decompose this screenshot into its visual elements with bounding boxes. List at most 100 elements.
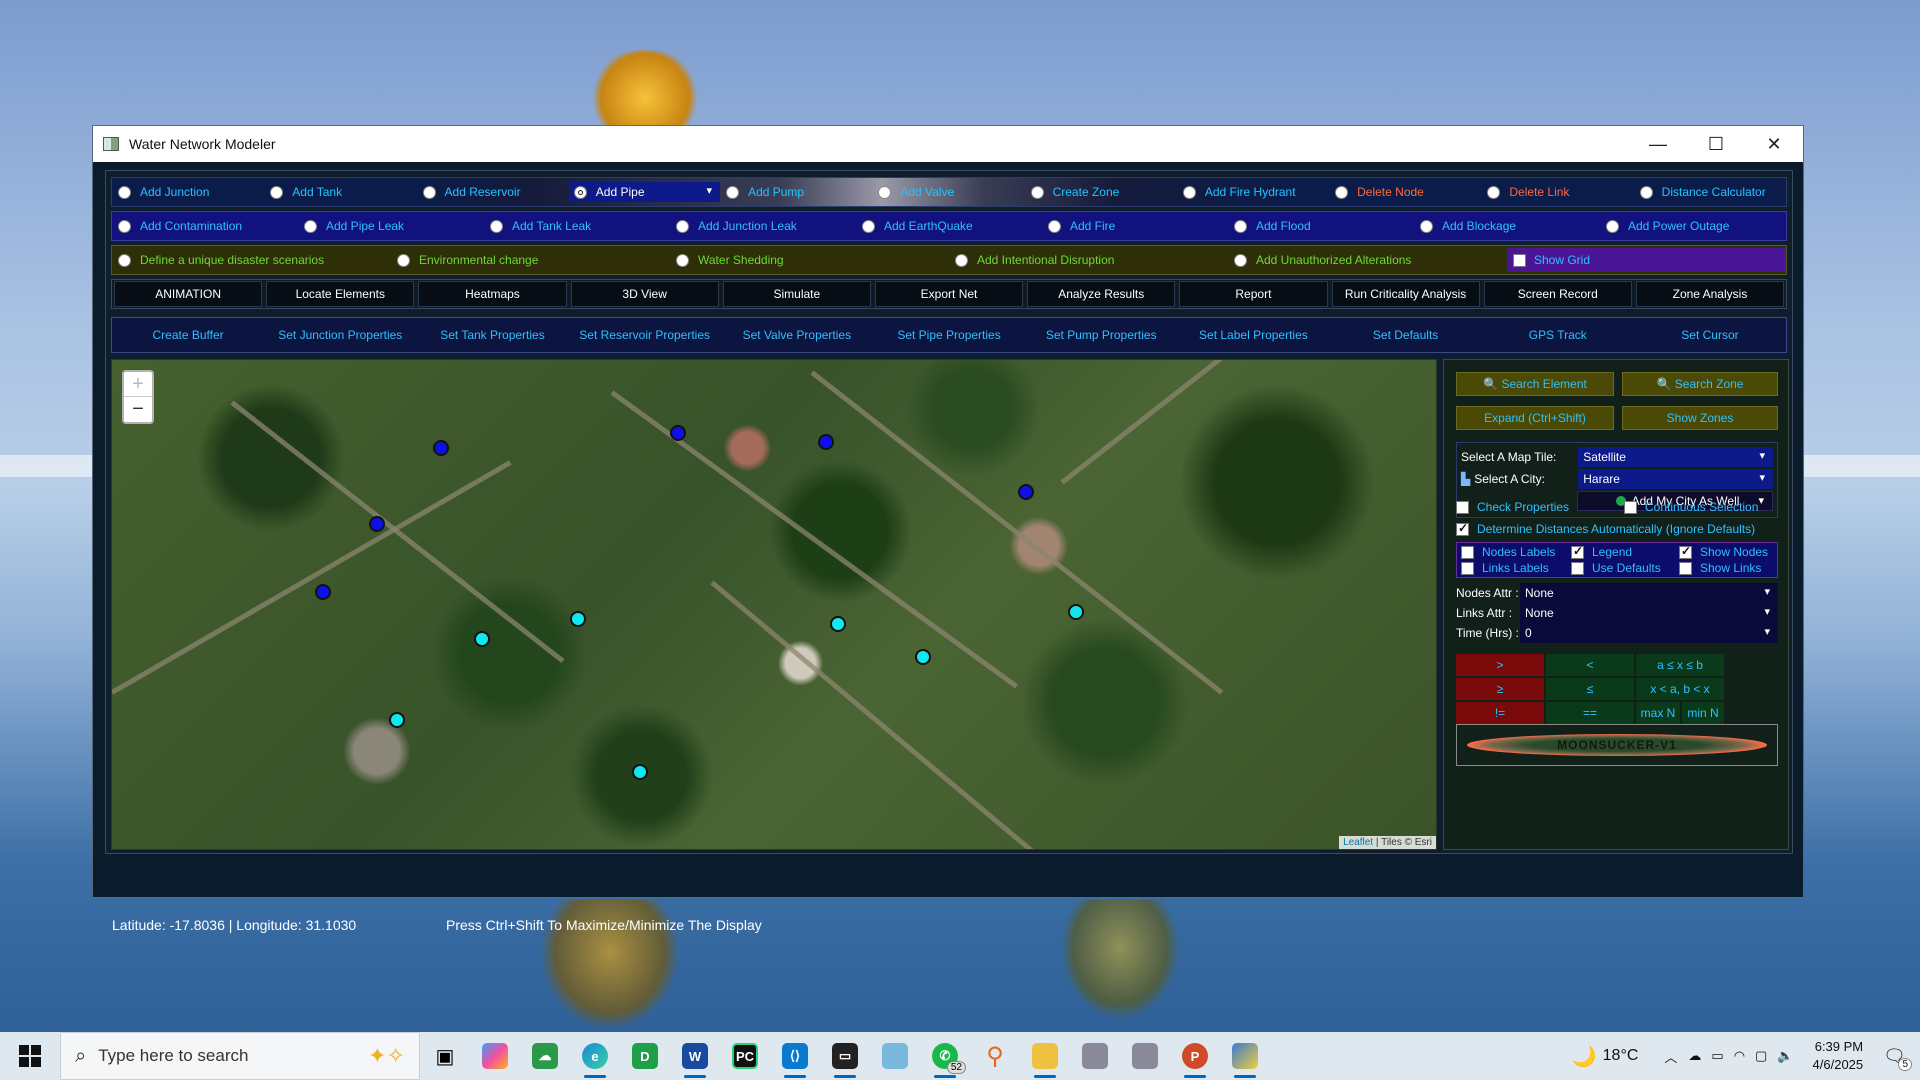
- junction-node[interactable]: [389, 712, 405, 728]
- show-zones-button[interactable]: Show Zones: [1622, 406, 1778, 430]
- tank-node[interactable]: [433, 440, 449, 456]
- map-tile-select[interactable]: Satellite: [1578, 447, 1773, 467]
- op-equal-button[interactable]: ==: [1546, 702, 1634, 724]
- python-app-button[interactable]: [1220, 1032, 1270, 1080]
- radio-add-pipe[interactable]: Add Pipe: [568, 182, 721, 202]
- gps-track-button[interactable]: GPS Track: [1482, 320, 1634, 350]
- junction-node[interactable]: [632, 764, 648, 780]
- set-cursor-button[interactable]: Set Cursor: [1634, 320, 1786, 350]
- clock[interactable]: 6:39 PM 4/6/2025: [1813, 1038, 1864, 1074]
- radio-environmental-change[interactable]: Environmental change: [391, 253, 670, 267]
- radio-add-valve[interactable]: Add Valve: [872, 185, 1024, 199]
- display-icon[interactable]: ▢: [1755, 1048, 1767, 1064]
- op-greater-equal-button[interactable]: ≥: [1456, 678, 1544, 700]
- file-explorer-button[interactable]: [1020, 1032, 1070, 1080]
- op-less-button[interactable]: <: [1546, 654, 1634, 676]
- show-links-checkbox[interactable]: Show Links: [1679, 561, 1761, 575]
- legend-checkbox[interactable]: Legend: [1571, 544, 1632, 559]
- max-n-button[interactable]: max N: [1636, 702, 1680, 724]
- radio-add-fire-hydrant[interactable]: Add Fire Hydrant: [1177, 185, 1329, 199]
- volume-icon[interactable]: 🔈: [1777, 1048, 1793, 1064]
- radio-add-pump[interactable]: Add Pump: [720, 185, 872, 199]
- continuous-selection-checkbox[interactable]: Continuous Selection: [1624, 500, 1758, 514]
- junction-node[interactable]: [915, 649, 931, 665]
- leaflet-link[interactable]: Leaflet: [1343, 837, 1373, 848]
- use-defaults-checkbox[interactable]: Use Defaults: [1571, 561, 1661, 575]
- temperature[interactable]: 18°C: [1603, 1047, 1639, 1065]
- radio-add-tank-leak[interactable]: Add Tank Leak: [484, 219, 670, 233]
- junction-node[interactable]: [1068, 604, 1084, 620]
- time-select[interactable]: 0: [1520, 623, 1778, 643]
- determine-distances-checkbox[interactable]: Determine Distances Automatically (Ignor…: [1456, 521, 1755, 536]
- tank-node[interactable]: [369, 516, 385, 532]
- tank-node[interactable]: [315, 584, 331, 600]
- app-tool2-button[interactable]: [1120, 1032, 1170, 1080]
- op-not-equal-button[interactable]: !=: [1456, 702, 1544, 724]
- op-less-equal-button[interactable]: ≤: [1546, 678, 1634, 700]
- op-greater-button[interactable]: >: [1456, 654, 1544, 676]
- radio-delete-link[interactable]: Delete Link: [1481, 185, 1633, 199]
- search-zone-button[interactable]: 🔍 Search Zone: [1622, 372, 1778, 396]
- 3d-view-button[interactable]: 3D View: [570, 281, 719, 307]
- app-tool-button[interactable]: [1070, 1032, 1120, 1080]
- powerpoint-button[interactable]: P: [1170, 1032, 1220, 1080]
- notifications-button[interactable]: 🗨 5: [1883, 1046, 1912, 1071]
- set-reservoir-properties-button[interactable]: Set Reservoir Properties: [569, 320, 721, 350]
- radio-add-pipe-leak[interactable]: Add Pipe Leak: [298, 219, 484, 233]
- links-labels-checkbox[interactable]: Links Labels: [1461, 561, 1549, 575]
- vscode-button[interactable]: ⟨⟩: [770, 1032, 820, 1080]
- search-element-button[interactable]: 🔍 Search Element: [1456, 372, 1614, 396]
- show-nodes-checkbox[interactable]: Show Nodes: [1679, 544, 1768, 559]
- zone-analysis-button[interactable]: Zone Analysis: [1635, 281, 1785, 307]
- locate-elements-button[interactable]: Locate Elements: [266, 281, 415, 307]
- junction-node[interactable]: [570, 611, 586, 627]
- op-between-button[interactable]: a ≤ x ≤ b: [1636, 654, 1724, 676]
- radio-delete-node[interactable]: Delete Node: [1329, 185, 1481, 199]
- radio-add-tank[interactable]: Add Tank: [264, 185, 416, 199]
- zoom-in-button[interactable]: +: [124, 372, 152, 397]
- radio-add-earthquake[interactable]: Add EarthQuake: [856, 219, 1042, 233]
- search-app-button[interactable]: ⚲: [970, 1032, 1020, 1080]
- close-button[interactable]: ✕: [1745, 126, 1803, 162]
- radio-add-contamination[interactable]: Add Contamination: [112, 219, 298, 233]
- simulate-button[interactable]: Simulate: [722, 281, 871, 307]
- nodes-attr-select[interactable]: None: [1520, 583, 1778, 603]
- junction-node[interactable]: [830, 616, 846, 632]
- city-select[interactable]: Harare: [1578, 469, 1773, 489]
- show-grid-checkbox[interactable]: Show Grid: [1507, 248, 1786, 272]
- radio-add-junction[interactable]: Add Junction: [112, 185, 264, 199]
- radio-unauthorized-alterations[interactable]: Add Unauthorized Alterations: [1228, 253, 1507, 267]
- junction-node[interactable]: [474, 631, 490, 647]
- set-defaults-button[interactable]: Set Defaults: [1330, 320, 1482, 350]
- radio-distance-calculator[interactable]: Distance Calculator: [1634, 185, 1786, 199]
- task-view-button[interactable]: ▣: [420, 1032, 470, 1080]
- word-button[interactable]: W: [670, 1032, 720, 1080]
- run-criticality-analysis-button[interactable]: Run Criticality Analysis: [1331, 281, 1480, 307]
- radio-water-shedding[interactable]: Water Shedding: [670, 253, 949, 267]
- maximize-button[interactable]: ☐: [1687, 126, 1745, 162]
- app-blue-button[interactable]: [870, 1032, 920, 1080]
- set-pipe-properties-button[interactable]: Set Pipe Properties: [873, 320, 1025, 350]
- tank-node[interactable]: [1018, 484, 1034, 500]
- tank-node[interactable]: [818, 434, 834, 450]
- radio-intentional-disruption[interactable]: Add Intentional Disruption: [949, 253, 1228, 267]
- minimize-button[interactable]: —: [1629, 126, 1687, 162]
- wifi-icon[interactable]: ◠: [1734, 1048, 1745, 1064]
- expand-button[interactable]: Expand (Ctrl+Shift): [1456, 406, 1614, 430]
- animation-button[interactable]: ANIMATION: [114, 281, 263, 307]
- edge-button[interactable]: e: [570, 1032, 620, 1080]
- start-button[interactable]: [0, 1032, 60, 1080]
- pycharm-button[interactable]: PC: [720, 1032, 770, 1080]
- terminal-button[interactable]: ▭: [820, 1032, 870, 1080]
- radio-add-power-outage[interactable]: Add Power Outage: [1600, 219, 1786, 233]
- widgets-button[interactable]: ☁: [520, 1032, 570, 1080]
- weather-icon[interactable]: 🌙: [1572, 1044, 1597, 1069]
- chevron-up-icon[interactable]: ︿: [1664, 1047, 1677, 1066]
- set-tank-properties-button[interactable]: Set Tank Properties: [416, 320, 568, 350]
- radio-unique-disaster[interactable]: Define a unique disaster scenarios: [112, 253, 391, 267]
- zoom-out-button[interactable]: −: [124, 397, 152, 422]
- report-button[interactable]: Report: [1179, 281, 1328, 307]
- heatmaps-button[interactable]: Heatmaps: [418, 281, 567, 307]
- app-d-button[interactable]: D: [620, 1032, 670, 1080]
- taskbar-search-input[interactable]: ⌕ Type here to search ✦✧: [60, 1032, 420, 1080]
